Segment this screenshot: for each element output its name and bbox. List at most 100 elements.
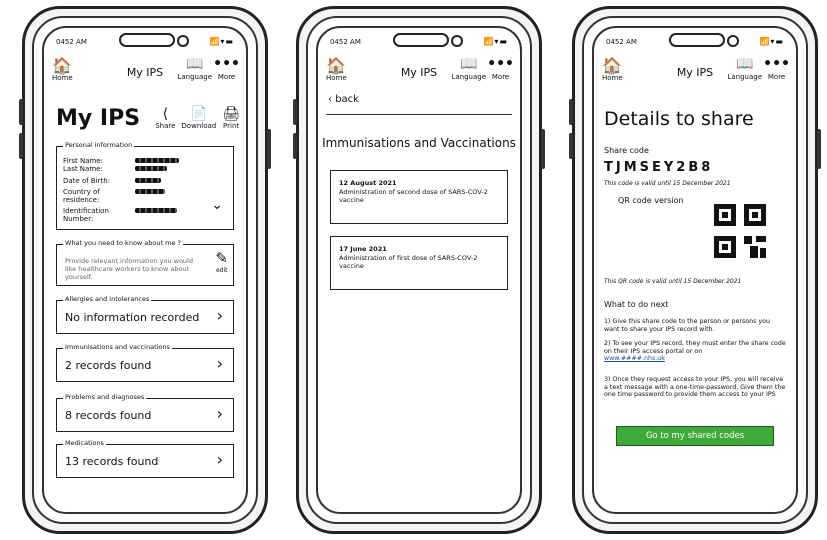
- nav-more-label: More: [491, 73, 510, 81]
- personal-info-card[interactable]: Personal information First Name: Last Na…: [56, 141, 234, 230]
- about-me-legend: What you need to know about me ?: [63, 239, 183, 247]
- print-icon: 🖨: [222, 106, 240, 122]
- section-value: No information recorded: [65, 311, 200, 324]
- immunisation-entry[interactable]: 12 August 2021 Administration of second …: [330, 170, 508, 224]
- step-2-body: 2) To see your IPS record, they must ent…: [604, 340, 786, 355]
- top-nav: 🏠 Home My IPS 📖 Language ••• More: [594, 56, 796, 88]
- share-button[interactable]: ⟨ Share: [155, 106, 175, 130]
- redacted-value: [135, 208, 177, 213]
- top-nav: 🏠 Home My IPS 📖 Language ••• More: [44, 56, 246, 88]
- qr-code-image: [714, 204, 766, 258]
- field-dob: Date of Birth:: [63, 177, 179, 185]
- nav-more-button[interactable]: ••• More: [487, 56, 514, 81]
- qr-label: QR code version: [618, 196, 684, 205]
- personal-info-legend: Personal information: [63, 141, 135, 149]
- back-button[interactable]: ‹ back: [328, 94, 359, 105]
- section-value: 2 records found: [65, 359, 152, 372]
- entry-date: 12 August 2021: [339, 179, 397, 187]
- status-time: 0452 AM: [606, 38, 637, 46]
- back-label: back: [335, 94, 359, 105]
- nav-more-button[interactable]: ••• More: [213, 56, 240, 81]
- section-value: 8 records found: [65, 409, 152, 422]
- immunisation-entry[interactable]: 17 June 2021 Administration of first dos…: [330, 236, 508, 290]
- status-icons: 📶▾▬: [759, 37, 784, 46]
- nav-language-button[interactable]: 📖 Language: [177, 56, 212, 81]
- share-code-label: Share code: [604, 146, 649, 155]
- nav-more-label: More: [217, 73, 236, 81]
- edit-icon: ✎: [215, 249, 228, 267]
- nav-language-label: Language: [451, 73, 486, 81]
- section-immunisations[interactable]: Immunisations and vaccinations 2 records…: [56, 343, 234, 382]
- share-code-validity: This code is valid until 15 December 202…: [604, 180, 731, 187]
- field-country: Country of residence:: [63, 188, 179, 204]
- download-icon: 📄: [190, 106, 208, 122]
- phone-my-ips: 0452 AM 📶▾▬ 🏠 Home My IPS 📖 Language •••…: [19, 6, 271, 534]
- section-legend: Allergies and intolerances: [63, 295, 152, 303]
- download-button[interactable]: 📄 Download: [181, 106, 216, 130]
- nav-language-label: Language: [727, 73, 762, 81]
- share-label: Share: [155, 122, 176, 130]
- section-legend: Immunisations and vaccinations: [63, 343, 172, 351]
- status-time: 0452 AM: [330, 38, 361, 46]
- status-icons: 📶▾▬: [209, 37, 234, 46]
- expand-chevron-icon[interactable]: ⌄: [211, 197, 223, 213]
- chevron-right-icon: ›: [216, 404, 223, 423]
- section-value: 13 records found: [65, 455, 159, 468]
- more-icon: •••: [213, 56, 240, 72]
- status-bar: 0452 AM 📶▾▬: [54, 36, 236, 50]
- qr-validity: This QR code is valid until 15 December …: [604, 278, 742, 285]
- header-actions: ⟨ Share 📄 Download 🖨 Print: [155, 106, 240, 130]
- chevron-right-icon: ›: [216, 354, 223, 373]
- field-first-name: First Name:: [63, 157, 179, 165]
- section-medications[interactable]: Medications 13 records found ›: [56, 439, 234, 478]
- nav-more-label: More: [767, 73, 786, 81]
- screen-my-ips: 0452 AM 📶▾▬ 🏠 Home My IPS 📖 Language •••…: [42, 26, 248, 514]
- portal-link[interactable]: www.####.nhs.uk: [604, 355, 786, 363]
- about-me-card[interactable]: What you need to know about me ? Provide…: [56, 239, 234, 286]
- section-legend: Medications: [63, 439, 106, 447]
- share-code: TJMSEY2B8: [604, 160, 714, 175]
- print-button[interactable]: 🖨 Print: [222, 106, 240, 130]
- step-2-text: 2) To see your IPS record, they must ent…: [604, 340, 786, 363]
- more-icon: •••: [487, 56, 514, 72]
- status-bar: 0452 AM 📶▾▬: [604, 36, 786, 50]
- redacted-value: [135, 189, 165, 194]
- section-allergies[interactable]: Allergies and intolerances No informatio…: [56, 295, 234, 334]
- more-icon: •••: [763, 56, 790, 72]
- screen-immunisations: 0452 AM 📶▾▬ 🏠 Home My IPS 📖 Language •••…: [316, 26, 522, 514]
- print-label: Print: [223, 122, 240, 130]
- nav-language-button[interactable]: 📖 Language: [451, 56, 486, 81]
- status-time: 0452 AM: [56, 38, 87, 46]
- chevron-right-icon: ›: [216, 450, 223, 469]
- language-icon: 📖: [736, 56, 754, 72]
- section-title: Immunisations and Vaccinations: [322, 136, 516, 150]
- nav-more-button[interactable]: ••• More: [763, 56, 790, 81]
- section-problems[interactable]: Problems and diagnoses 8 records found ›: [56, 393, 234, 432]
- section-legend: Problems and diagnoses: [63, 393, 147, 401]
- redacted-value: [135, 178, 161, 183]
- redacted-value: [135, 158, 179, 163]
- edit-label: edit: [215, 267, 228, 274]
- step-3-text: 3) Once they request access to your IPS,…: [604, 376, 786, 398]
- about-me-input[interactable]: Provide relevant information you would l…: [65, 257, 205, 281]
- top-nav: 🏠 Home My IPS 📖 Language ••• More: [318, 56, 520, 88]
- entry-text: Administration of second dose of SARS-CO…: [339, 188, 488, 204]
- entry-text: Administration of first dose of SARS-COV…: [339, 254, 478, 270]
- nav-language-label: Language: [177, 73, 212, 81]
- nav-language-button[interactable]: 📖 Language: [727, 56, 762, 81]
- step-1-text: 1) Give this share code to the person or…: [604, 318, 770, 333]
- chevron-right-icon: ›: [216, 306, 223, 325]
- redacted-value: [135, 166, 167, 171]
- go-to-shared-codes-button[interactable]: Go to my shared codes: [616, 426, 774, 446]
- phone-immunisations: 0452 AM 📶▾▬ 🏠 Home My IPS 📖 Language •••…: [293, 6, 545, 534]
- divider: [326, 114, 512, 115]
- page-title: Details to share: [604, 108, 754, 130]
- language-icon: 📖: [460, 56, 478, 72]
- phone-details-to-share: 0452 AM 📶▾▬ 🏠 Home My IPS 📖 Language •••…: [569, 6, 821, 534]
- edit-button[interactable]: ✎ edit: [215, 249, 228, 274]
- status-bar: 0452 AM 📶▾▬: [328, 36, 510, 50]
- language-icon: 📖: [186, 56, 204, 72]
- download-label: Download: [181, 122, 217, 130]
- field-id-number: Identification Number:: [63, 207, 179, 223]
- share-icon: ⟨: [162, 106, 169, 122]
